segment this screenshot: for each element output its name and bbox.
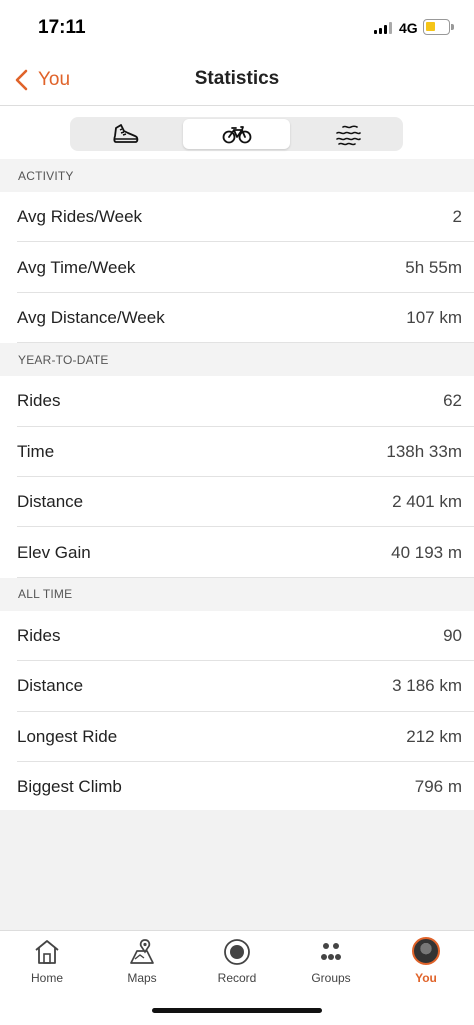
empty-area [0,810,474,930]
segment-run[interactable] [72,119,179,149]
stat-value: 40 193 m [391,542,462,562]
stat-label: Rides [17,391,61,411]
stat-row: Avg Distance/Week 107 km [0,292,474,344]
stat-label: Biggest Climb [17,777,122,797]
battery-icon [423,19,454,35]
tab-maps-label: Maps [127,971,157,985]
bike-icon [222,126,251,144]
section-header-ytd: YEAR-TO-DATE [0,343,474,377]
stat-label: Avg Time/Week [17,257,136,277]
groups-icon [321,943,341,960]
signal-icon [374,22,394,34]
tab-you-label: You [415,971,437,985]
stat-label: Elev Gain [17,542,91,562]
status-bar: 17:11 4G [0,0,474,52]
running-shoe-icon [112,124,138,143]
stat-label: Rides [17,625,61,645]
stat-row: Avg Rides/Week 2 [0,192,474,243]
swim-icon [335,125,361,146]
stat-label: Avg Distance/Week [17,307,165,327]
tab-maps[interactable]: Maps [102,937,182,989]
avatar [412,937,440,965]
tab-groups-label: Groups [311,971,351,985]
home-indicator [152,1008,322,1013]
section-header-activity: ACTIVITY [0,159,474,192]
stat-value: 212 km [406,726,462,746]
tab-home-label: Home [30,971,63,985]
stat-label: Distance [17,492,84,512]
stat-row: Avg Time/Week 5h 55m [0,242,474,294]
stat-row: Longest Ride 212 km [0,711,474,763]
stat-value: 3 186 km [392,676,462,696]
stat-value: 90 [443,625,462,645]
stats-list: ACTIVITY Avg Rides/Week 2 Avg Time/Week 5h… [0,159,474,813]
stat-value: 796 m [414,777,462,797]
stat-value: 107 km [406,307,462,327]
network-type: 4G [399,20,418,36]
segment-swim[interactable] [294,119,401,149]
stat-label: Distance [17,676,84,696]
status-time: 17:11 [38,17,86,38]
stat-label: Avg Rides/Week [17,207,143,227]
record-icon [224,939,250,965]
stat-row: Rides 62 [0,376,474,427]
tab-groups[interactable]: Groups [291,937,371,989]
stat-row: Distance 2 401 km [0,476,474,528]
stat-value: 2 [452,207,462,227]
stat-value: 62 [443,391,462,411]
home-icon [35,940,59,964]
stat-row: Distance 3 186 km [0,661,474,712]
stat-label: Longest Ride [17,726,118,746]
stat-row: Biggest Climb 796 m [0,761,474,813]
tab-you[interactable]: You [386,937,466,989]
stat-value: 5h 55m [405,257,462,277]
page-title: Statistics [194,68,280,89]
tab-record[interactable]: Record [197,937,277,989]
section-header-all-time: ALL TIME [0,577,474,611]
sport-selector [0,107,474,159]
stat-row: Elev Gain 40 193 m [0,527,474,579]
stat-value: 138h 33m [386,441,462,461]
stat-row: Rides 90 [0,610,474,662]
segmented-control [70,117,403,151]
statistics-screen: 17:11 4G You Statistics ACTIVITY Avg Rid… [0,0,474,1025]
maps-icon [130,939,154,964]
tab-record-label: Record [217,971,257,985]
segment-ride[interactable] [183,119,290,149]
stat-label: Time [17,441,55,461]
navigation-bar: You Statistics [0,52,474,106]
stat-value: 2 401 km [392,492,462,512]
tab-home[interactable]: Home [7,937,87,989]
stat-row: Time 138h 33m [0,426,474,478]
